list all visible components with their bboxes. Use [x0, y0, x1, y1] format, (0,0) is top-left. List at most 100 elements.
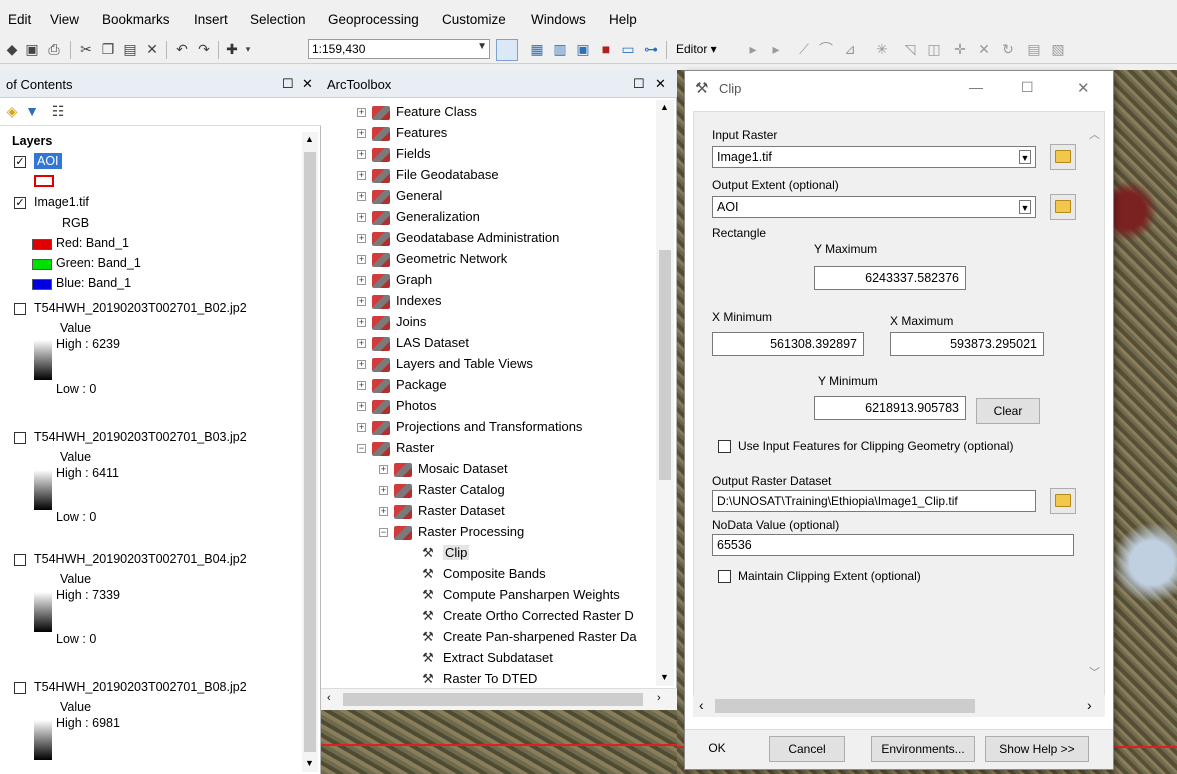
list-by-drawing-order-icon[interactable]: ◈	[4, 103, 20, 119]
expand-icon[interactable]: +	[357, 423, 366, 433]
toolbox-hscroll-thumb[interactable]	[343, 693, 643, 706]
layer-b03[interactable]: T54HWH_20190203T002701_B03.jp2	[34, 430, 247, 444]
b03-ramp[interactable]	[34, 470, 52, 510]
menu-windows[interactable]: Windows	[531, 12, 586, 27]
toolset-feature-class[interactable]: + Feature Class	[357, 102, 477, 122]
redo-icon[interactable]: ↷	[196, 41, 212, 57]
undo-icon[interactable]: ↶	[174, 41, 190, 57]
list-by-source-icon[interactable]: ▼	[24, 103, 40, 119]
expand-icon[interactable]: +	[357, 297, 366, 307]
new-icon[interactable]: ◆	[4, 41, 20, 57]
toolset-geodatabase-administration[interactable]: + Geodatabase Administration	[357, 228, 559, 248]
edit-tool-icon[interactable]: ▸	[745, 41, 761, 57]
clip-horizontal-scrollbar[interactable]: ‹ ›	[693, 695, 1105, 717]
options-icon[interactable]: ☷	[50, 103, 66, 119]
green-band-swatch[interactable]	[32, 259, 52, 270]
menu-selection[interactable]: Selection	[250, 12, 306, 27]
float-icon[interactable]: ☐	[633, 76, 645, 92]
toolset-mosaic-dataset[interactable]: + Mosaic Dataset	[379, 459, 508, 479]
chevron-down-icon[interactable]: ▾	[240, 41, 256, 57]
toolset-las-dataset[interactable]: + LAS Dataset	[357, 333, 469, 353]
toolset-joins[interactable]: + Joins	[357, 312, 426, 332]
output-raster-browse-button[interactable]	[1050, 488, 1076, 514]
edit-vertices-icon[interactable]: ◹	[902, 41, 918, 57]
expand-icon[interactable]: +	[357, 360, 366, 370]
collapse-icon[interactable]: −	[357, 444, 366, 454]
edit-annotation-icon[interactable]: ▸	[768, 41, 784, 57]
clip-vertical-scrollbar[interactable]: ︿ ﹀	[1086, 112, 1104, 710]
toolset-features[interactable]: + Features	[357, 123, 447, 143]
output-extent-combo[interactable]: AOI ▼	[712, 196, 1036, 218]
chevron-up-icon[interactable]: ▲	[305, 134, 314, 144]
toolbox-scroll-thumb[interactable]	[659, 250, 671, 480]
b04-checkbox[interactable]	[14, 554, 26, 566]
expand-icon[interactable]: +	[357, 171, 366, 181]
toolset-generalization[interactable]: + Generalization	[357, 207, 480, 227]
chevron-right-icon[interactable]: ›	[1087, 697, 1092, 713]
menu-help[interactable]: Help	[609, 12, 637, 27]
minimize-icon[interactable]: —	[969, 79, 983, 95]
toolset-geometric-network[interactable]: + Geometric Network	[357, 249, 507, 269]
clip-hscroll-thumb[interactable]	[715, 699, 975, 713]
environments-button[interactable]: Environments...	[871, 736, 975, 762]
expand-icon[interactable]: +	[357, 318, 366, 328]
tool-raster-to-dted[interactable]: ⚒ Raster To DTED	[419, 669, 537, 688]
b02-ramp[interactable]	[34, 340, 52, 380]
expand-icon[interactable]: +	[357, 402, 366, 412]
expand-icon[interactable]: +	[379, 486, 388, 496]
search-window-icon[interactable]: ▣	[575, 41, 591, 57]
toolset-raster-catalog[interactable]: + Raster Catalog	[379, 480, 505, 500]
save-icon[interactable]: ▣	[24, 41, 40, 57]
editor-menu[interactable]: Editor ▾	[676, 42, 717, 56]
toolset-raster-processing[interactable]: − Raster Processing	[379, 522, 524, 542]
reshape-icon[interactable]: ◫	[926, 41, 942, 57]
toolbox-horizontal-scrollbar[interactable]: ‹ ›	[321, 688, 677, 710]
tool-composite-bands[interactable]: ⚒ Composite Bands	[419, 564, 545, 584]
cut-icon[interactable]: ✂	[78, 41, 94, 57]
toolset-raster-dataset[interactable]: + Raster Dataset	[379, 501, 505, 521]
y-max-input[interactable]: 6243337.582376	[814, 266, 966, 290]
tool-clip[interactable]: ⚒ Clip	[419, 543, 470, 563]
rotate-icon[interactable]: ↻	[1000, 41, 1016, 57]
toolset-graph[interactable]: + Graph	[357, 270, 432, 290]
python-window-icon[interactable]: ▭	[620, 41, 636, 57]
toolset-projections-and-transformations[interactable]: + Projections and Transformations	[357, 417, 582, 437]
chevron-right-icon[interactable]: ›	[657, 692, 661, 704]
expand-icon[interactable]: +	[379, 507, 388, 517]
cut-polygons-icon[interactable]: ✛	[952, 41, 968, 57]
toolset-general[interactable]: + General	[357, 186, 442, 206]
sketch-properties-icon[interactable]: ▧	[1050, 41, 1066, 57]
chevron-left-icon[interactable]: ‹	[327, 692, 331, 704]
aoi-symbol[interactable]	[34, 175, 54, 187]
expand-icon[interactable]: +	[357, 339, 366, 349]
chevron-down-icon[interactable]: ﹀	[1089, 664, 1100, 680]
b04-ramp[interactable]	[34, 592, 52, 632]
delete-icon[interactable]: ✕	[144, 41, 160, 57]
toolset-file-geodatabase[interactable]: + File Geodatabase	[357, 165, 499, 185]
menu-geoprocessing[interactable]: Geoprocessing	[328, 12, 419, 27]
expand-icon[interactable]: +	[357, 234, 366, 244]
map-scale-combo[interactable]: 1:159,430 ▼	[308, 39, 490, 59]
chevron-down-icon[interactable]: ▼	[1019, 200, 1031, 214]
toolset-photos[interactable]: + Photos	[357, 396, 436, 416]
b08-ramp[interactable]	[34, 720, 52, 760]
use-input-features-checkbox[interactable]	[718, 440, 731, 453]
tool-create-ortho-corrected-raster-d[interactable]: ⚒ Create Ortho Corrected Raster D	[419, 606, 634, 626]
layer-image1[interactable]: Image1.tif	[34, 195, 89, 209]
print-icon[interactable]: ⎙	[46, 41, 62, 57]
tool-create-pan-sharpened-raster-da[interactable]: ⚒ Create Pan-sharpened Raster Da	[419, 627, 637, 647]
add-data-icon[interactable]: ✚	[224, 41, 240, 57]
ok-button[interactable]: OK	[695, 736, 739, 762]
toolset-raster[interactable]: − Raster	[357, 438, 434, 458]
expand-icon[interactable]: +	[357, 276, 366, 286]
expand-icon[interactable]: +	[357, 129, 366, 139]
toolset-package[interactable]: + Package	[357, 375, 447, 395]
x-min-input[interactable]: 561308.392897	[712, 332, 864, 356]
input-raster-combo[interactable]: Image1.tif ▼	[712, 146, 1036, 168]
nodata-input[interactable]: 65536	[712, 534, 1074, 556]
red-band-swatch[interactable]	[32, 239, 52, 250]
output-extent-browse-button[interactable]	[1050, 194, 1076, 220]
toolset-indexes[interactable]: + Indexes	[357, 291, 442, 311]
table-icon[interactable]: ▦	[529, 41, 545, 57]
cancel-button[interactable]: Cancel	[769, 736, 845, 762]
